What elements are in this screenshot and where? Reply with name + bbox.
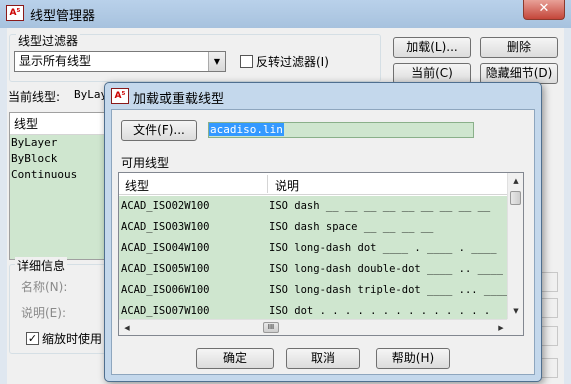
list-item[interactable]: ByLayer xyxy=(10,135,108,151)
invert-filter-label: 反转过滤器(I) xyxy=(256,55,329,69)
dialog-client-area: 文件(F)... acadiso.lin 可用线型 线型 说明 ACAD_ISO… xyxy=(111,109,535,375)
filter-dropdown[interactable]: 显示所有线型 ▼ xyxy=(14,51,226,72)
column-header-description[interactable]: 说明 xyxy=(275,177,299,194)
vertical-scroll-thumb[interactable] xyxy=(510,191,521,205)
file-name-field[interactable]: acadiso.lin xyxy=(208,122,474,138)
linetype-name: ACAD_ISO06W100 xyxy=(121,284,210,296)
linetype-description: ISO dash space __ __ __ __ xyxy=(269,221,434,233)
linetype-name: ACAD_ISO04W100 xyxy=(121,242,210,254)
linetype-name: ACAD_ISO05W100 xyxy=(121,263,210,275)
scale-paper-units-label: 缩放时使用 xyxy=(42,332,103,346)
current-linetype-value: ByLay xyxy=(74,88,108,101)
help-button-partial[interactable] xyxy=(540,358,558,378)
table-row[interactable]: ACAD_ISO03W100 ISO dash space __ __ __ __ xyxy=(119,217,509,238)
invert-filter-checkbox[interactable] xyxy=(240,55,253,68)
scroll-up-arrow-icon[interactable]: ▲ xyxy=(508,173,523,189)
available-linetypes-label: 可用线型 xyxy=(121,156,170,170)
name-label: 名称(N): xyxy=(21,280,68,294)
delete-button[interactable]: 删除 xyxy=(480,37,558,58)
close-button[interactable]: ✕ xyxy=(523,0,565,20)
file-name-value: acadiso.lin xyxy=(209,123,284,136)
table-row[interactable]: ACAD_ISO06W100 ISO long-dash triple-dot _… xyxy=(119,280,509,301)
pen-width-field[interactable] xyxy=(540,326,558,346)
linetype-description: ISO long-dash dot ____ . ____ . ____ xyxy=(269,242,497,254)
dialog-title: 加载或重载线型 xyxy=(133,92,225,107)
vertical-scrollbar[interactable]: ▲ ▼ xyxy=(507,173,523,319)
autocad-app-icon: A⁵ xyxy=(6,5,24,21)
scale-paper-units-checkbox[interactable]: ✓ xyxy=(26,332,39,345)
linetype-description: ISO long-dash triple-dot ____ ... ____ xyxy=(269,284,509,296)
help-button[interactable]: 帮助(H) xyxy=(376,348,450,369)
linetype-name: ACAD_ISO02W100 xyxy=(121,200,210,212)
column-divider[interactable] xyxy=(267,175,268,193)
details-group-label: 详细信息 xyxy=(15,257,68,274)
scroll-left-arrow-icon[interactable]: ◀ xyxy=(119,320,135,335)
linetype-list[interactable]: 线型 ByLayer ByBlock Continuous xyxy=(9,112,109,260)
scrollbar-corner xyxy=(507,319,523,335)
current-linetype-label: 当前线型: xyxy=(8,90,61,104)
list-item[interactable]: ByBlock xyxy=(10,151,108,167)
table-row[interactable]: ACAD_ISO04W100 ISO long-dash dot ____ . _… xyxy=(119,238,509,259)
autocad-app-icon: A⁵ xyxy=(111,88,129,104)
title-bar: A⁵ 线型管理器 ✕ xyxy=(0,0,571,28)
object-scale-field[interactable] xyxy=(540,298,558,318)
linetype-description: ISO long-dash double-dot ____ .. ____ xyxy=(269,263,503,275)
list-header: 线型 说明 xyxy=(119,173,509,195)
available-linetypes-list[interactable]: 线型 说明 ACAD_ISO02W100 ISO dash __ __ __ __… xyxy=(118,172,524,336)
column-header-linetype[interactable]: 线型 xyxy=(125,177,149,194)
table-row[interactable]: ACAD_ISO02W100 ISO dash __ __ __ __ __ __… xyxy=(119,196,509,217)
scroll-down-arrow-icon[interactable]: ▼ xyxy=(508,303,523,319)
filter-group-label: 线型过滤器 xyxy=(16,32,81,49)
list-header-linetype[interactable]: 线型 xyxy=(10,113,108,135)
list-item[interactable]: Continuous xyxy=(10,167,108,183)
linetype-name: ACAD_ISO03W100 xyxy=(121,221,210,233)
hide-details-button[interactable]: 隐藏细节(D) xyxy=(480,63,558,84)
table-row[interactable]: ACAD_ISO05W100 ISO long-dash double-dot _… xyxy=(119,259,509,280)
list-body: ACAD_ISO02W100 ISO dash __ __ __ __ __ __… xyxy=(119,196,509,320)
filter-dropdown-value: 显示所有线型 xyxy=(19,54,92,68)
cancel-button[interactable]: 取消 xyxy=(286,348,360,369)
load-linetype-dialog: A⁵ 加载或重载线型 文件(F)... acadiso.lin 可用线型 线型 … xyxy=(104,82,542,382)
global-scale-field[interactable] xyxy=(540,272,558,292)
linetype-description: ISO dash __ __ __ __ __ __ __ __ __ xyxy=(269,200,491,212)
set-current-button[interactable]: 当前(C) xyxy=(393,63,471,84)
horizontal-scroll-thumb[interactable]: III xyxy=(263,322,279,333)
horizontal-scrollbar[interactable]: ◀ III ▶ xyxy=(119,319,509,335)
ok-button[interactable]: 确定 xyxy=(196,348,274,369)
chevron-down-icon: ▼ xyxy=(208,52,225,71)
description-label: 说明(E): xyxy=(21,306,66,320)
file-button[interactable]: 文件(F)... xyxy=(121,120,197,141)
load-button[interactable]: 加载(L)... xyxy=(393,37,471,58)
window-title: 线型管理器 xyxy=(30,9,96,24)
